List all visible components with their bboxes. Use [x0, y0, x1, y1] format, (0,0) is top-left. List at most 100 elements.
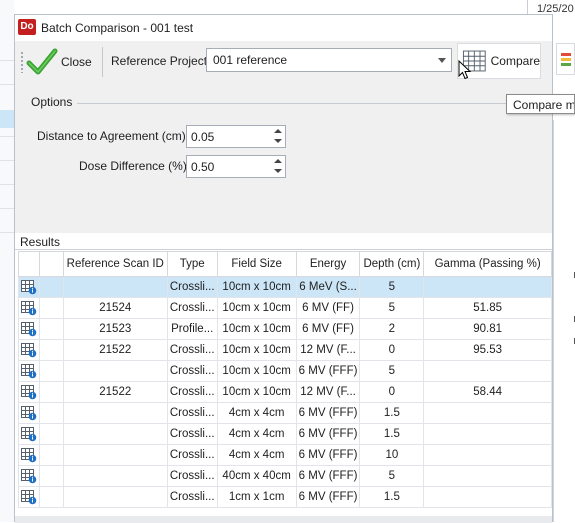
cell-field-size[interactable]: 4cm x 4cm — [216, 423, 297, 445]
cell-gamma[interactable] — [423, 402, 552, 424]
cell-energy[interactable]: 6 MV (FFF) — [295, 360, 361, 382]
table-row[interactable]: 21522 Crossli... 10cm x 10cm 12 MV (F... 0 95… — [17, 339, 552, 361]
spin-up-icon[interactable] — [274, 159, 282, 163]
cell-energy[interactable]: 6 MV (FFF) — [295, 444, 361, 466]
cell-type[interactable]: Crossli... — [166, 423, 218, 445]
table-row[interactable]: Crossli... 4cm x 4cm 6 MV (FFF) 1.5 — [17, 423, 552, 445]
cell-energy[interactable]: 6 MV (FF) — [295, 318, 361, 340]
table-row[interactable]: 21524 Crossli... 10cm x 10cm 6 MV (FF) 5 51.8… — [17, 297, 552, 319]
cell-reference-scan-id[interactable] — [62, 465, 168, 487]
spin-buttons[interactable] — [271, 126, 285, 147]
spin-down-icon[interactable] — [274, 139, 282, 143]
cell-blank[interactable] — [39, 402, 64, 424]
cell-depth[interactable]: 0 — [359, 339, 425, 361]
cell-reference-scan-id[interactable] — [62, 486, 168, 508]
cell-gamma[interactable] — [423, 360, 552, 382]
spin-down-icon[interactable] — [274, 169, 282, 173]
column-header-gamma[interactable]: Gamma (Passing %) — [423, 251, 552, 277]
close-button[interactable]: Close — [26, 45, 98, 79]
cell-blank[interactable] — [39, 465, 64, 487]
cell-reference-scan-id[interactable]: 21523 — [62, 318, 168, 340]
cell-blank[interactable] — [39, 381, 64, 403]
title-bar[interactable]: Do Batch Comparison - 001 test — [15, 15, 552, 41]
column-header-icon[interactable] — [17, 251, 41, 277]
table-row[interactable]: 21523 Profile... 10cm x 10cm 6 MV (FF) 2 90.8… — [17, 318, 552, 340]
cell-reference-scan-id[interactable] — [62, 423, 168, 445]
cell-reference-scan-id[interactable] — [62, 444, 168, 466]
cell-field-size[interactable]: 10cm x 10cm — [216, 276, 297, 298]
cell-type[interactable]: Crossli... — [166, 360, 218, 382]
cell-depth[interactable]: 1.5 — [359, 486, 425, 508]
cell-reference-scan-id[interactable]: 21522 — [62, 339, 168, 361]
cell-rowicon[interactable] — [17, 360, 41, 382]
cell-type[interactable]: Crossli... — [166, 276, 218, 298]
cell-energy[interactable]: 6 MV (FFF) — [295, 402, 361, 424]
cell-type[interactable]: Crossli... — [166, 402, 218, 424]
cell-rowicon[interactable] — [17, 297, 41, 319]
cell-gamma[interactable] — [423, 423, 552, 445]
table-row[interactable]: Crossli... 10cm x 10cm 6 MV (FFF) 5 — [17, 360, 552, 382]
cell-gamma[interactable]: 90.81 — [423, 318, 552, 340]
cell-type[interactable]: Crossli... — [166, 381, 218, 403]
cell-type[interactable]: Crossli... — [166, 339, 218, 361]
column-header-energy[interactable]: Energy — [295, 251, 361, 277]
cell-field-size[interactable]: 10cm x 10cm — [216, 381, 297, 403]
cell-field-size[interactable]: 10cm x 10cm — [216, 297, 297, 319]
cell-field-size[interactable]: 10cm x 10cm — [216, 339, 297, 361]
cell-gamma[interactable] — [423, 465, 552, 487]
cell-field-size[interactable]: 40cm x 40cm — [216, 465, 297, 487]
column-header-reference-scan-id[interactable]: Reference Scan ID — [62, 251, 168, 277]
cell-blank[interactable] — [39, 276, 64, 298]
cell-depth[interactable]: 1.5 — [359, 423, 425, 445]
cell-blank[interactable] — [39, 297, 64, 319]
cell-field-size[interactable]: 4cm x 4cm — [216, 444, 297, 466]
cell-blank[interactable] — [39, 339, 64, 361]
cell-type[interactable]: Crossli... — [166, 297, 218, 319]
cell-depth[interactable]: 5 — [359, 360, 425, 382]
cell-gamma[interactable]: 95.53 — [423, 339, 552, 361]
table-row[interactable]: Crossli... 40cm x 40cm 6 MV (FFF) 5 — [17, 465, 552, 487]
cell-type[interactable]: Crossli... — [166, 465, 218, 487]
cell-field-size[interactable]: 4cm x 4cm — [216, 402, 297, 424]
cell-reference-scan-id[interactable] — [62, 276, 168, 298]
table-row[interactable]: 21522 Crossli... 10cm x 10cm 12 MV (F... 0 58… — [17, 381, 552, 403]
cell-energy[interactable]: 6 MV (FFF) — [295, 486, 361, 508]
cell-rowicon[interactable] — [17, 486, 41, 508]
table-row[interactable]: Crossli... 4cm x 4cm 6 MV (FFF) 1.5 — [17, 402, 552, 424]
cell-depth[interactable]: 0 — [359, 381, 425, 403]
cell-depth[interactable]: 5 — [359, 297, 425, 319]
distance-to-agreement-spinbox[interactable]: 0.05 — [186, 125, 286, 148]
table-row[interactable]: Crossli... 10cm x 10cm 6 MeV (S... 5 — [17, 276, 552, 298]
cell-field-size[interactable]: 1cm x 1cm — [216, 486, 297, 508]
cell-depth[interactable]: 5 — [359, 465, 425, 487]
cell-energy[interactable]: 6 MV (FFF) — [295, 465, 361, 487]
cell-reference-scan-id[interactable]: 21522 — [62, 381, 168, 403]
column-header-depth[interactable]: Depth (cm) — [359, 251, 425, 277]
cell-rowicon[interactable] — [17, 402, 41, 424]
toolbar-grip-icon[interactable] — [20, 51, 24, 73]
table-row[interactable]: Crossli... 4cm x 4cm 6 MV (FFF) 10 — [17, 444, 552, 466]
cell-reference-scan-id[interactable]: 21524 — [62, 297, 168, 319]
spin-up-icon[interactable] — [274, 129, 282, 133]
cell-energy[interactable]: 6 MV (FFF) — [295, 423, 361, 445]
reference-project-select[interactable]: 001 reference — [206, 48, 452, 72]
cell-energy[interactable]: 12 MV (F... — [295, 339, 361, 361]
cell-type[interactable]: Profile... — [166, 318, 218, 340]
cell-blank[interactable] — [39, 486, 64, 508]
cell-type[interactable]: Crossli... — [166, 444, 218, 466]
cell-depth[interactable]: 5 — [359, 276, 425, 298]
cell-gamma[interactable]: 51.85 — [423, 297, 552, 319]
cell-rowicon[interactable] — [17, 423, 41, 445]
cell-energy[interactable]: 6 MV (FF) — [295, 297, 361, 319]
cell-blank[interactable] — [39, 444, 64, 466]
cell-energy[interactable]: 12 MV (F... — [295, 381, 361, 403]
cell-rowicon[interactable] — [17, 465, 41, 487]
cell-type[interactable]: Crossli... — [166, 486, 218, 508]
cell-depth[interactable]: 2 — [359, 318, 425, 340]
cell-gamma[interactable] — [423, 486, 552, 508]
column-header-blank[interactable] — [39, 251, 64, 277]
cell-blank[interactable] — [39, 318, 64, 340]
background-chart-button[interactable] — [556, 43, 575, 75]
table-row[interactable]: Crossli... 1cm x 1cm 6 MV (FFF) 1.5 — [17, 486, 552, 508]
column-header-type[interactable]: Type — [166, 251, 218, 277]
